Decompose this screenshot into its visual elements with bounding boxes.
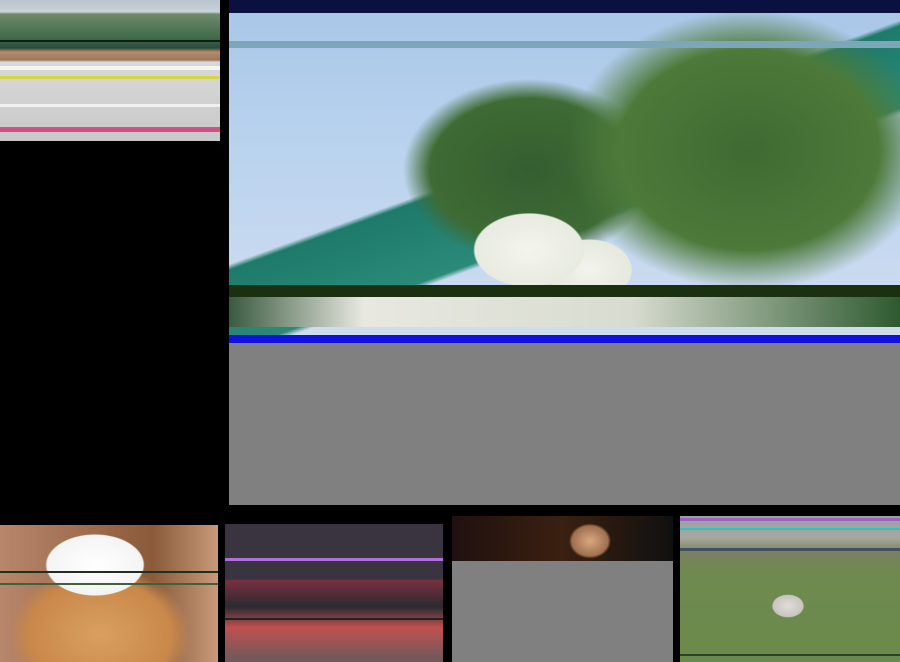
glitch-band — [229, 41, 900, 48]
glitch-band — [229, 297, 900, 327]
glitch-band — [680, 654, 900, 656]
glitch-band — [229, 0, 900, 13]
glitch-band — [229, 335, 900, 343]
lane-line — [0, 66, 220, 70]
glitch-band — [225, 558, 443, 561]
video-frame-girl — [452, 516, 673, 561]
video-tile-guinea-pig[interactable] — [0, 525, 218, 662]
video-tile-goat[interactable] — [680, 516, 900, 662]
glitch-band — [680, 528, 900, 530]
glitch-band — [0, 583, 218, 585]
video-tile-stage[interactable] — [452, 516, 673, 662]
glitch-band — [680, 518, 900, 521]
video-tile-main[interactable] — [229, 0, 900, 505]
glitch-band — [0, 127, 220, 132]
lane-line — [0, 104, 220, 107]
glitch-band — [680, 548, 900, 551]
glitch-band — [229, 285, 900, 297]
video-frame-butterflies — [229, 0, 900, 343]
glitch-band — [0, 571, 218, 573]
video-tile-track[interactable] — [0, 0, 220, 141]
glitch-band — [0, 40, 220, 42]
lane-line — [0, 76, 220, 79]
video-tile-children[interactable] — [225, 524, 443, 662]
glitch-band — [225, 618, 443, 620]
